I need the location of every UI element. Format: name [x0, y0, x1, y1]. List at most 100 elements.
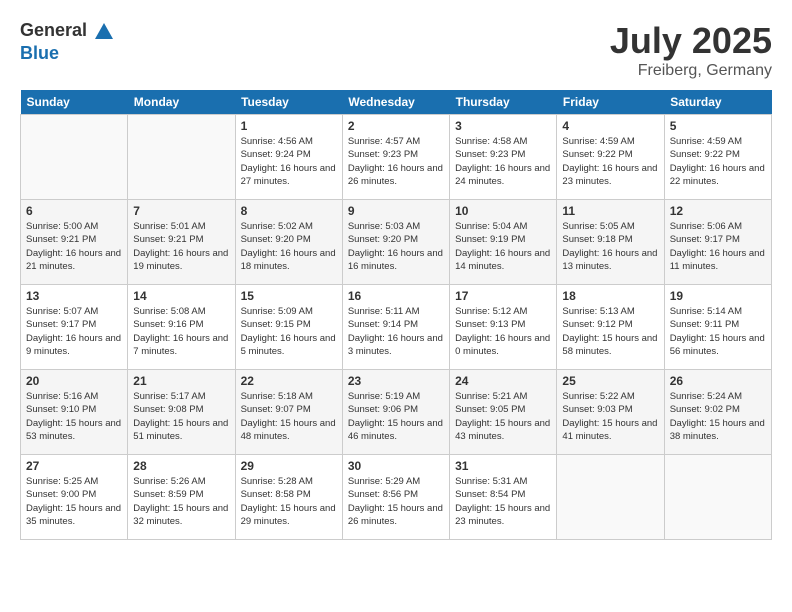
calendar-cell: 14 Sunrise: 5:08 AM Sunset: 9:16 PM Dayli… — [128, 285, 235, 370]
calendar-cell: 3 Sunrise: 4:58 AM Sunset: 9:23 PM Daylig… — [450, 115, 557, 200]
day-info: Sunrise: 5:17 AM Sunset: 9:08 PM Dayligh… — [133, 390, 229, 443]
calendar-cell: 2 Sunrise: 4:57 AM Sunset: 9:23 PM Daylig… — [342, 115, 449, 200]
day-number: 16 — [348, 289, 444, 303]
day-number: 14 — [133, 289, 229, 303]
logo: General Blue — [20, 20, 116, 64]
header-thursday: Thursday — [450, 90, 557, 115]
location: Freiberg, Germany — [610, 62, 772, 80]
day-number: 1 — [241, 119, 337, 133]
day-number: 30 — [348, 459, 444, 473]
calendar-cell: 6 Sunrise: 5:00 AM Sunset: 9:21 PM Daylig… — [21, 200, 128, 285]
header-saturday: Saturday — [664, 90, 771, 115]
calendar-cell: 29Sunrise: 5:28 AM Sunset: 8:58 PM Dayli… — [235, 455, 342, 540]
day-info: Sunrise: 4:56 AM Sunset: 9:24 PM Dayligh… — [241, 135, 337, 188]
calendar-cell: 22 Sunrise: 5:18 AM Sunset: 9:07 PM Dayli… — [235, 370, 342, 455]
day-info: Sunrise: 5:05 AM Sunset: 9:18 PM Dayligh… — [562, 220, 658, 273]
header-monday: Monday — [128, 90, 235, 115]
day-info: Sunrise: 4:58 AM Sunset: 9:23 PM Dayligh… — [455, 135, 551, 188]
day-info: Sunrise: 4:59 AM Sunset: 9:22 PM Dayligh… — [670, 135, 766, 188]
calendar-cell: 19Sunrise: 5:14 AM Sunset: 9:11 PM Dayli… — [664, 285, 771, 370]
day-number: 17 — [455, 289, 551, 303]
day-number: 13 — [26, 289, 122, 303]
calendar-cell — [21, 115, 128, 200]
calendar-header-row: SundayMondayTuesdayWednesdayThursdayFrid… — [21, 90, 772, 115]
calendar-cell: 27Sunrise: 5:25 AM Sunset: 9:00 PM Dayli… — [21, 455, 128, 540]
calendar-table: SundayMondayTuesdayWednesdayThursdayFrid… — [20, 90, 772, 540]
day-info: Sunrise: 5:12 AM Sunset: 9:13 PM Dayligh… — [455, 305, 551, 358]
calendar-week-4: 20 Sunrise: 5:16 AM Sunset: 9:10 PM Dayli… — [21, 370, 772, 455]
day-info: Sunrise: 5:08 AM Sunset: 9:16 PM Dayligh… — [133, 305, 229, 358]
day-number: 10 — [455, 204, 551, 218]
calendar-cell: 17 Sunrise: 5:12 AM Sunset: 9:13 PM Dayli… — [450, 285, 557, 370]
calendar-cell: 24 Sunrise: 5:21 AM Sunset: 9:05 PM Dayli… — [450, 370, 557, 455]
day-number: 2 — [348, 119, 444, 133]
day-info: Sunrise: 5:04 AM Sunset: 9:19 PM Dayligh… — [455, 220, 551, 273]
day-info: Sunrise: 5:26 AM Sunset: 8:59 PM Dayligh… — [133, 475, 229, 528]
day-info: Sunrise: 4:59 AM Sunset: 9:22 PM Dayligh… — [562, 135, 658, 188]
title-area: July 2025 Freiberg, Germany — [610, 20, 772, 80]
day-number: 9 — [348, 204, 444, 218]
day-number: 7 — [133, 204, 229, 218]
calendar-week-2: 6 Sunrise: 5:00 AM Sunset: 9:21 PM Daylig… — [21, 200, 772, 285]
day-number: 8 — [241, 204, 337, 218]
calendar-cell — [664, 455, 771, 540]
day-info: Sunrise: 5:31 AM Sunset: 8:54 PM Dayligh… — [455, 475, 551, 528]
day-info: Sunrise: 5:01 AM Sunset: 9:21 PM Dayligh… — [133, 220, 229, 273]
day-info: Sunrise: 5:21 AM Sunset: 9:05 PM Dayligh… — [455, 390, 551, 443]
day-info: Sunrise: 5:24 AM Sunset: 9:02 PM Dayligh… — [670, 390, 766, 443]
day-number: 26 — [670, 374, 766, 388]
day-info: Sunrise: 5:07 AM Sunset: 9:17 PM Dayligh… — [26, 305, 122, 358]
day-number: 24 — [455, 374, 551, 388]
day-number: 22 — [241, 374, 337, 388]
month-year: July 2025 — [610, 20, 772, 62]
day-number: 12 — [670, 204, 766, 218]
calendar-cell: 25Sunrise: 5:22 AM Sunset: 9:03 PM Dayli… — [557, 370, 664, 455]
day-number: 4 — [562, 119, 658, 133]
day-info: Sunrise: 5:11 AM Sunset: 9:14 PM Dayligh… — [348, 305, 444, 358]
page-header: General Blue July 2025 Freiberg, Germany — [20, 20, 772, 80]
calendar-cell: 11 Sunrise: 5:05 AM Sunset: 9:18 PM Dayli… — [557, 200, 664, 285]
calendar-cell: 21 Sunrise: 5:17 AM Sunset: 9:08 PM Dayli… — [128, 370, 235, 455]
day-number: 6 — [26, 204, 122, 218]
day-info: Sunrise: 5:13 AM Sunset: 9:12 PM Dayligh… — [562, 305, 658, 358]
header-tuesday: Tuesday — [235, 90, 342, 115]
day-number: 29 — [241, 459, 337, 473]
day-number: 23 — [348, 374, 444, 388]
calendar-cell: 30Sunrise: 5:29 AM Sunset: 8:56 PM Dayli… — [342, 455, 449, 540]
calendar-cell: 12Sunrise: 5:06 AM Sunset: 9:17 PM Dayli… — [664, 200, 771, 285]
calendar-cell: 7 Sunrise: 5:01 AM Sunset: 9:21 PM Daylig… — [128, 200, 235, 285]
calendar-cell: 23 Sunrise: 5:19 AM Sunset: 9:06 PM Dayli… — [342, 370, 449, 455]
day-info: Sunrise: 5:25 AM Sunset: 9:00 PM Dayligh… — [26, 475, 122, 528]
calendar-cell: 1 Sunrise: 4:56 AM Sunset: 9:24 PM Daylig… — [235, 115, 342, 200]
day-number: 31 — [455, 459, 551, 473]
day-info: Sunrise: 5:19 AM Sunset: 9:06 PM Dayligh… — [348, 390, 444, 443]
calendar-cell: 5 Sunrise: 4:59 AM Sunset: 9:22 PM Daylig… — [664, 115, 771, 200]
day-info: Sunrise: 5:18 AM Sunset: 9:07 PM Dayligh… — [241, 390, 337, 443]
calendar-cell — [557, 455, 664, 540]
calendar-week-5: 27Sunrise: 5:25 AM Sunset: 9:00 PM Dayli… — [21, 455, 772, 540]
calendar-cell: 15Sunrise: 5:09 AM Sunset: 9:15 PM Dayli… — [235, 285, 342, 370]
header-wednesday: Wednesday — [342, 90, 449, 115]
day-info: Sunrise: 5:09 AM Sunset: 9:15 PM Dayligh… — [241, 305, 337, 358]
calendar-cell — [128, 115, 235, 200]
day-info: Sunrise: 5:16 AM Sunset: 9:10 PM Dayligh… — [26, 390, 122, 443]
calendar-week-1: 1 Sunrise: 4:56 AM Sunset: 9:24 PM Daylig… — [21, 115, 772, 200]
calendar-cell: 10 Sunrise: 5:04 AM Sunset: 9:19 PM Dayli… — [450, 200, 557, 285]
day-number: 21 — [133, 374, 229, 388]
day-number: 3 — [455, 119, 551, 133]
day-info: Sunrise: 5:03 AM Sunset: 9:20 PM Dayligh… — [348, 220, 444, 273]
header-sunday: Sunday — [21, 90, 128, 115]
day-info: Sunrise: 5:22 AM Sunset: 9:03 PM Dayligh… — [562, 390, 658, 443]
calendar-cell: 31 Sunrise: 5:31 AM Sunset: 8:54 PM Dayli… — [450, 455, 557, 540]
calendar-cell: 13 Sunrise: 5:07 AM Sunset: 9:17 PM Dayli… — [21, 285, 128, 370]
day-info: Sunrise: 4:57 AM Sunset: 9:23 PM Dayligh… — [348, 135, 444, 188]
day-number: 18 — [562, 289, 658, 303]
day-number: 11 — [562, 204, 658, 218]
day-number: 19 — [670, 289, 766, 303]
day-number: 20 — [26, 374, 122, 388]
day-info: Sunrise: 5:02 AM Sunset: 9:20 PM Dayligh… — [241, 220, 337, 273]
logo-blue: Blue — [20, 43, 59, 63]
calendar-cell: 26 Sunrise: 5:24 AM Sunset: 9:02 PM Dayli… — [664, 370, 771, 455]
day-number: 5 — [670, 119, 766, 133]
day-info: Sunrise: 5:00 AM Sunset: 9:21 PM Dayligh… — [26, 220, 122, 273]
